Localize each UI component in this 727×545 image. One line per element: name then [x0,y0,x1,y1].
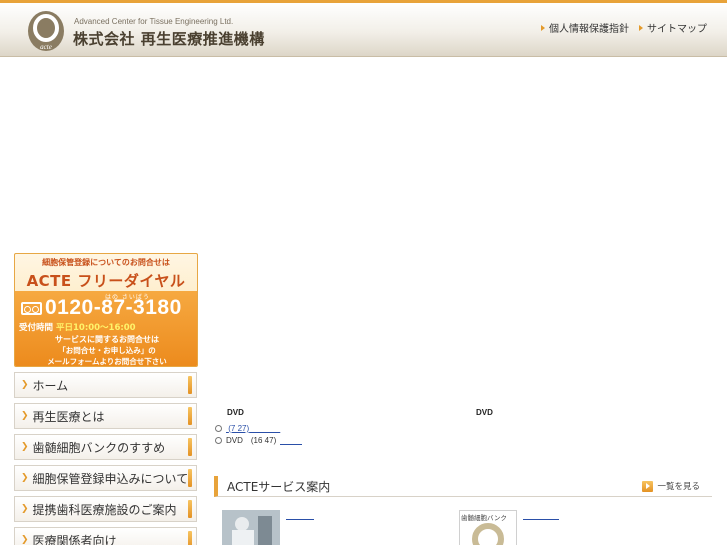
nav-tab-marker [188,438,192,456]
free-dial-banner[interactable]: 細胞保管登録についてのお問合せは ACTE フリーダイヤル はの さいばう 01… [14,253,198,367]
nav-item-medical-professionals[interactable]: ❯ 医療関係者向け [14,527,197,545]
nav-item-label: 提携歯科医療施設のご案内 [32,502,177,517]
company-name-en: Advanced Center for Tissue Engineering L… [74,17,234,26]
nav-item-home[interactable]: ❯ ホーム [14,372,197,398]
nav-item-label: 歯髄細胞バンクのすすめ [32,440,166,455]
nav-item-label: ホーム [32,378,69,393]
dial-hours-value: 平日10:00〜16:00 [55,323,136,333]
dvd-heading-right: DVD [476,408,493,417]
dial-mail-text: メールフォームよりお問合せ下さい [47,357,167,366]
nav-tab-marker [188,500,192,518]
privacy-policy-label: 個人情報保護指針 [549,24,629,35]
services-title: ACTEサービス案内 [227,479,331,494]
dial-title: ACTE フリーダイヤル [26,272,186,290]
chevron-right-icon: ❯ [21,473,29,483]
acte-ring-icon [472,523,504,545]
dvd-list-item: (7 27) [215,424,280,433]
company-name-jp: 株式会社 再生医療推進機構 [73,30,265,48]
thumbnail-label: 歯髄細胞バンク [461,514,507,522]
triangle-bullet-icon [639,24,643,31]
chevron-right-icon: ❯ [21,535,29,545]
nav-item-label: 医療関係者向け [32,533,117,545]
see-all-label: 一覧を見る [657,482,700,492]
dvd-label: DVD [226,436,243,445]
logo-text: acte [40,43,52,51]
nav-tab-marker [188,407,192,425]
nav-tab-marker [188,469,192,487]
nav-item-cell-storage-application[interactable]: ❯ 細胞保管登録申込みについて [14,465,197,491]
chevron-right-icon: ❯ [21,380,29,390]
acte-logo[interactable]: acte [26,9,66,53]
chevron-right-icon: ❯ [21,442,29,452]
dvd-heading-left: DVD [227,408,244,417]
nav-tab-marker [188,376,192,394]
nav-item-label: 細胞保管登録申込みについて [32,471,189,486]
dial-phone-number: 0120-87-3180 [45,296,182,319]
see-all-link[interactable]: 一覧を見る [642,480,700,492]
dvd-video-link-full[interactable] [280,437,303,445]
free-dial-icon [21,302,42,315]
nav-item-label: 再生医療とは [32,409,105,424]
dvd-list-item: DVD (16 47) [215,436,303,445]
dial-form-text: 「お問合せ・お申し込み」の [58,346,156,355]
lab-photo-image [222,510,280,545]
services-section-header: ACTEサービス案内 一覧を見る [214,476,712,497]
nav-item-partner-clinics[interactable]: ❯ 提携歯科医療施設のご案内 [14,496,197,522]
circle-bullet-icon [215,437,222,444]
nav-item-regenerative-medicine[interactable]: ❯ 再生医療とは [14,403,197,429]
dial-hours: 受付時間 平日10:00〜16:00 [19,321,136,333]
service-thumbnail-photo[interactable] [222,510,280,545]
side-navigation: ❯ ホーム ❯ 再生医療とは ❯ 歯髄細胞バンクのすすめ ❯ 細胞保管登録申込み… [14,372,197,545]
service-link-1[interactable] [286,518,314,520]
dial-inquiry-text: 細胞保管登録についてのお問合せは [42,258,170,267]
privacy-policy-link[interactable]: 個人情報保護指針 [541,20,629,35]
dial-service-text: サービスに関するお問合せは [55,335,159,344]
circle-bullet-icon [215,425,222,432]
dial-hours-label: 受付時間 [19,323,54,333]
arrow-right-icon [642,480,654,492]
nav-item-dental-pulp-bank[interactable]: ❯ 歯髄細胞バンクのすすめ [14,434,197,460]
header-links: 個人情報保護指針 サイトマップ [541,20,707,35]
site-header: acte Advanced Center for Tissue Engineer… [0,0,727,57]
service-link-2[interactable] [523,518,559,520]
dvd-video-link-short[interactable]: (7 27) [226,424,280,433]
chevron-right-icon: ❯ [21,504,29,514]
service-thumbnail-dental-bank[interactable]: 歯髄細胞バンク [459,510,517,545]
nav-tab-marker [188,531,192,545]
chevron-right-icon: ❯ [21,411,29,421]
sitemap-label: サイトマップ [647,24,707,35]
sitemap-link[interactable]: サイトマップ [639,20,707,35]
dvd-duration: (16 47) [250,436,277,445]
triangle-bullet-icon [541,24,545,31]
